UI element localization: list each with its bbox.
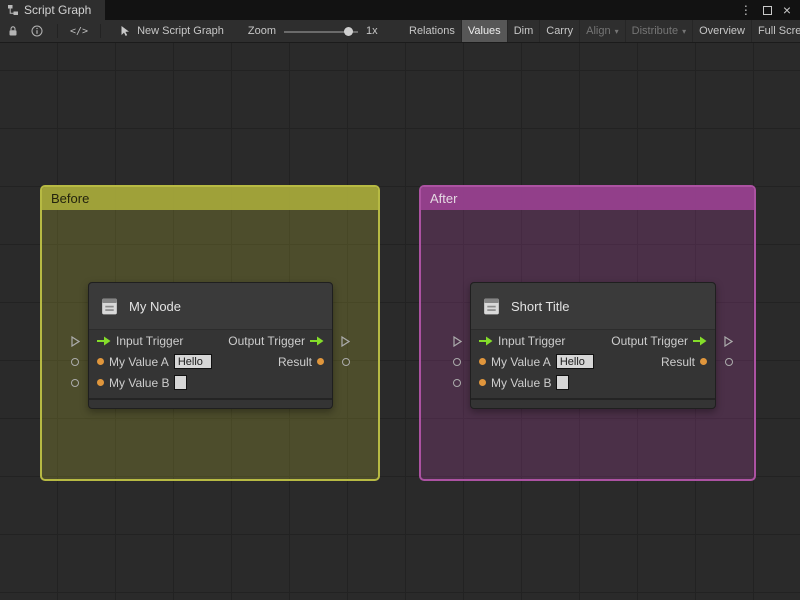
- value-a-label: My Value A: [109, 354, 169, 369]
- value-b-field[interactable]: [174, 375, 188, 390]
- relations-button[interactable]: Relations: [403, 20, 461, 42]
- result-label: Result: [660, 354, 695, 369]
- node-short-title[interactable]: Short Title Input Trigger Output Trigger…: [453, 282, 733, 409]
- flow-in-label: Input Trigger: [498, 333, 566, 348]
- node-icon: [99, 296, 120, 317]
- node-title: My Node: [129, 298, 182, 314]
- node-port-row: My Value B: [471, 372, 715, 393]
- group-after[interactable]: After Short Title Input Trigger Output T…: [419, 185, 756, 481]
- align-button-label: Align: [586, 25, 611, 37]
- flow-out-port-icon[interactable]: [310, 336, 324, 346]
- node-header[interactable]: Short Title: [471, 283, 715, 330]
- output-trigger-ext-port[interactable]: [341, 336, 350, 347]
- value-a-ext-port[interactable]: [453, 358, 461, 366]
- graph-canvas[interactable]: Before My Node Input Trigger Output Trig…: [0, 43, 800, 600]
- node-icon: [481, 296, 502, 317]
- distribute-button-label: Distribute: [631, 25, 679, 37]
- distribute-button[interactable]: Distribute ▾: [624, 20, 692, 42]
- result-port-icon[interactable]: [317, 358, 324, 365]
- value-b-ext-port[interactable]: [453, 379, 461, 387]
- node-title: Short Title: [511, 298, 570, 314]
- node-port-row: My Value A Result: [89, 351, 332, 372]
- tab-script-graph[interactable]: Script Graph: [0, 0, 106, 20]
- node-footer: [471, 398, 715, 408]
- toolbar-divider: [100, 24, 102, 38]
- node-port-row: My Value B: [89, 372, 332, 393]
- graph-toolbar: </> New Script Graph Zoom 1x Relations V…: [0, 20, 800, 43]
- value-a-field[interactable]: [555, 354, 594, 369]
- kebab-menu-icon[interactable]: ⋮: [740, 4, 752, 16]
- chevron-down-icon: ▾: [614, 26, 619, 36]
- output-trigger-ext-port[interactable]: [724, 336, 733, 347]
- lock-icon[interactable]: [7, 25, 19, 37]
- group-before-title: Before: [51, 191, 90, 206]
- value-b-port-icon[interactable]: [97, 379, 104, 386]
- value-a-port-icon[interactable]: [97, 358, 104, 365]
- dim-button[interactable]: Dim: [506, 20, 540, 42]
- node-port-row: My Value A Result: [471, 351, 715, 372]
- flow-in-port-icon[interactable]: [479, 336, 493, 346]
- input-trigger-ext-port[interactable]: [453, 336, 462, 347]
- value-b-label: My Value B: [491, 375, 552, 390]
- close-icon[interactable]: ×: [783, 3, 791, 17]
- node-my-node[interactable]: My Node Input Trigger Output Trigger My …: [71, 282, 350, 409]
- zoom-slider[interactable]: [284, 20, 358, 42]
- result-ext-port[interactable]: [342, 358, 350, 366]
- value-a-ext-port[interactable]: [71, 358, 79, 366]
- value-b-field[interactable]: [556, 375, 570, 390]
- value-a-field[interactable]: [173, 354, 212, 369]
- result-label: Result: [277, 354, 312, 369]
- value-b-label: My Value B: [109, 375, 170, 390]
- zoom-label: Zoom: [247, 25, 276, 37]
- tab-title: Script Graph: [24, 3, 92, 17]
- flow-out-label: Output Trigger: [611, 333, 688, 348]
- group-after-header[interactable]: After: [421, 187, 754, 210]
- zoom-slider-thumb[interactable]: [344, 26, 353, 36]
- info-icon[interactable]: [31, 25, 43, 37]
- maximize-icon[interactable]: [762, 5, 772, 15]
- code-view-icon[interactable]: </>: [70, 26, 88, 37]
- chevron-down-icon: ▾: [682, 26, 687, 36]
- group-before[interactable]: Before My Node Input Trigger Output Trig…: [40, 185, 380, 481]
- value-b-ext-port[interactable]: [71, 379, 79, 387]
- flow-in-label: Input Trigger: [116, 333, 184, 348]
- value-a-port-icon[interactable]: [479, 358, 486, 365]
- graph-pointer-icon: [119, 25, 131, 37]
- node-footer: [89, 398, 332, 408]
- flow-out-port-icon[interactable]: [693, 336, 707, 346]
- group-before-header[interactable]: Before: [42, 187, 378, 210]
- input-trigger-ext-port[interactable]: [71, 336, 80, 347]
- full-screen-button[interactable]: Full Screen: [750, 20, 800, 42]
- toolbar-button-group: Relations Values Dim Carry Align ▾ Distr…: [403, 20, 800, 42]
- align-button[interactable]: Align ▾: [579, 20, 624, 42]
- value-b-port-icon[interactable]: [479, 379, 486, 386]
- graph-name-label: New Script Graph: [137, 25, 224, 37]
- values-button[interactable]: Values: [460, 20, 507, 42]
- flow-in-port-icon[interactable]: [97, 336, 111, 346]
- zoom-value: 1x: [366, 25, 378, 37]
- carry-button[interactable]: Carry: [539, 20, 579, 42]
- value-a-label: My Value A: [491, 354, 551, 369]
- result-port-icon[interactable]: [700, 358, 707, 365]
- group-after-title: After: [430, 191, 458, 206]
- node-port-row: Input Trigger Output Trigger: [89, 330, 332, 351]
- node-port-row: Input Trigger Output Trigger: [471, 330, 715, 351]
- window-controls: ⋮ ×: [740, 0, 800, 20]
- overview-button[interactable]: Overview: [692, 20, 751, 42]
- flow-out-label: Output Trigger: [228, 333, 305, 348]
- result-ext-port[interactable]: [725, 358, 733, 366]
- script-graph-icon: [7, 4, 19, 16]
- toolbar-divider: [57, 24, 58, 38]
- node-header[interactable]: My Node: [89, 283, 332, 330]
- tab-bar: Script Graph ⋮ ×: [0, 0, 800, 20]
